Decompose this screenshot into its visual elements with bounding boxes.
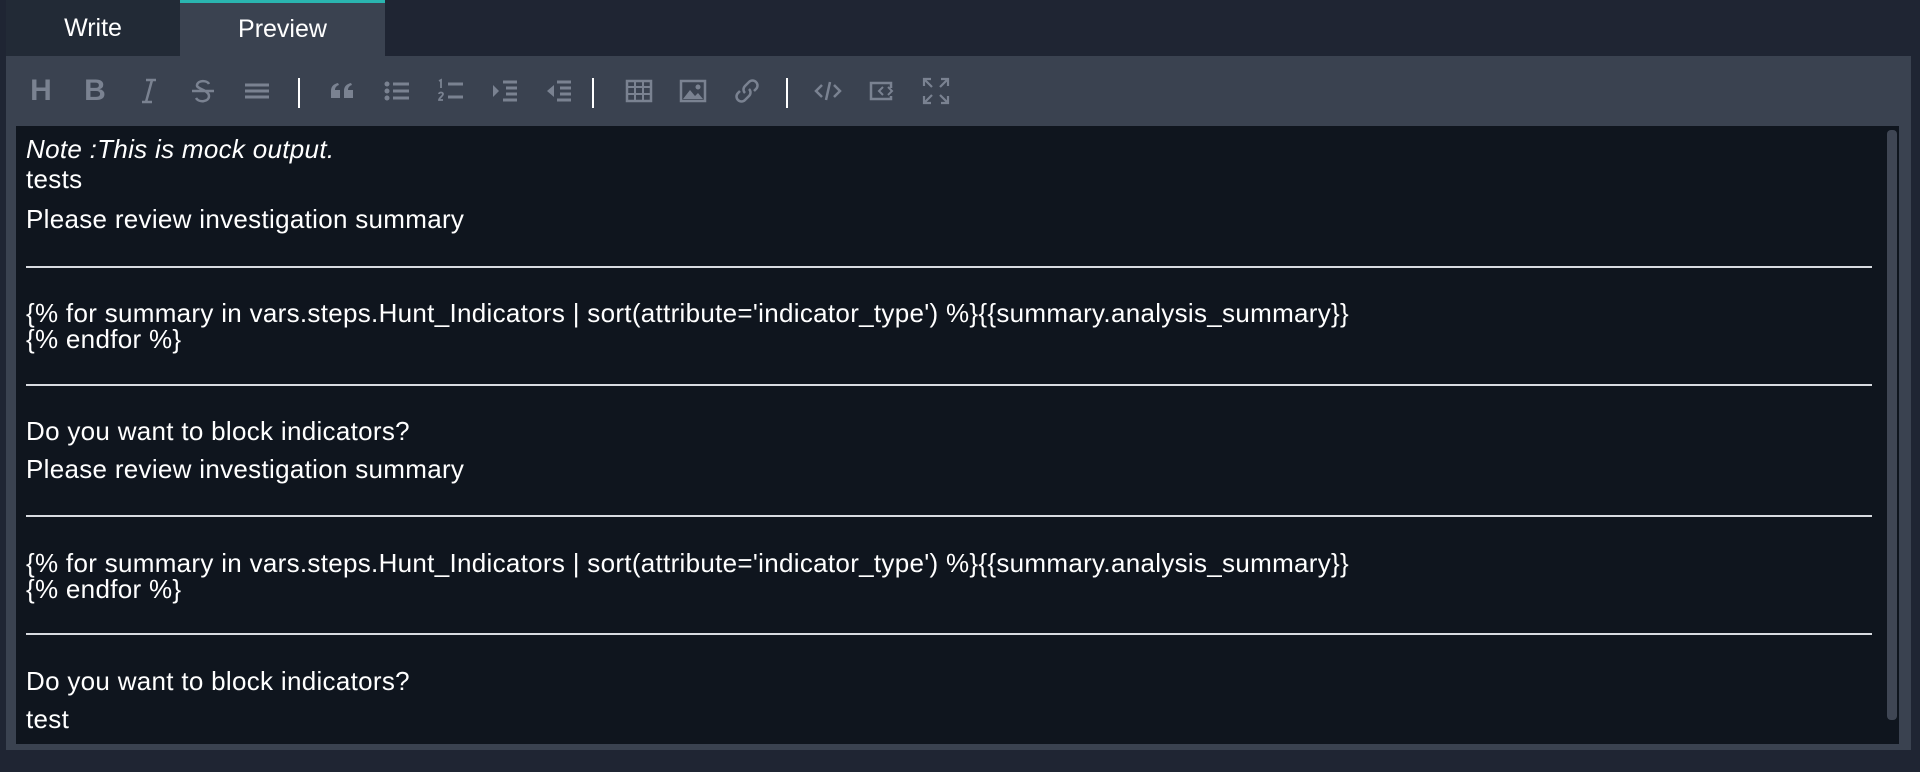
horizontal-rule — [26, 266, 1872, 268]
ordered-list-button[interactable] — [433, 73, 469, 109]
template-text: {% for summary in vars.steps.Hunt_Indica… — [26, 548, 1350, 578]
horizontal-rule — [26, 384, 1872, 386]
code-icon — [814, 81, 842, 101]
table-button[interactable] — [621, 73, 657, 109]
toolbar-separator — [786, 78, 788, 108]
code-block-icon — [869, 81, 894, 101]
strikethrough-icon — [192, 79, 214, 103]
code-block-button[interactable] — [864, 73, 900, 109]
paragraph-text: test — [26, 704, 70, 734]
link-button[interactable] — [729, 73, 765, 109]
markdown-editor: Write Preview H B Note:This is mock out… — [0, 0, 1920, 772]
quote-icon — [331, 83, 353, 98]
horizontal-rule-icon — [245, 83, 269, 99]
note-text: Note :This is mock output. — [26, 134, 335, 164]
heading-button[interactable]: H — [23, 73, 59, 109]
editor-tabs: Write Preview — [0, 0, 385, 56]
ordered-list-icon — [438, 78, 463, 101]
outdent-button[interactable] — [541, 73, 577, 109]
quote-button[interactable] — [325, 73, 361, 109]
indent-icon — [493, 80, 517, 102]
link-icon — [735, 79, 759, 103]
formatting-toolbar: H B — [6, 56, 1911, 126]
bold-button[interactable]: B — [77, 73, 113, 109]
paragraph-text: Please review investigation summary — [26, 204, 465, 234]
toolbar-separator — [298, 78, 300, 108]
outdent-icon — [547, 80, 571, 102]
tab-write[interactable]: Write — [6, 0, 180, 56]
fullscreen-icon — [922, 77, 950, 105]
strikethrough-button[interactable] — [185, 73, 221, 109]
fullscreen-button[interactable] — [918, 73, 954, 109]
horizontal-rule — [26, 633, 1872, 635]
vertical-scrollbar[interactable] — [1887, 130, 1897, 720]
horizontal-rule — [26, 515, 1872, 517]
image-icon — [679, 79, 707, 103]
indent-button[interactable] — [487, 73, 523, 109]
bold-icon: B — [84, 74, 106, 107]
preview-pane: Note :This is mock output. tests Please … — [16, 126, 1899, 744]
italic-button[interactable] — [131, 73, 167, 109]
image-button[interactable] — [675, 73, 711, 109]
italic-icon — [142, 78, 156, 104]
template-text: {% for summary in vars.steps.Hunt_Indica… — [26, 298, 1350, 328]
paragraph-text: Do you want to block indicators? — [26, 666, 410, 696]
toolbar-separator — [592, 78, 594, 108]
horizontal-rule-button[interactable] — [239, 73, 275, 109]
code-button[interactable] — [810, 73, 846, 109]
paragraph-text: Do you want to block indicators? — [26, 416, 410, 446]
heading-icon: H — [30, 74, 52, 107]
paragraph-text: tests — [26, 164, 83, 194]
unordered-list-icon — [384, 81, 409, 101]
paragraph-text: Please review investigation summary — [26, 454, 465, 484]
unordered-list-button[interactable] — [379, 73, 415, 109]
tab-preview[interactable]: Preview — [180, 0, 385, 56]
table-icon — [625, 79, 653, 103]
template-text: {% endfor %} — [26, 574, 182, 604]
editor-panel: H B Note:This is mock output. tests Ple… — [6, 56, 1911, 750]
template-text: {% endfor %} — [26, 324, 182, 354]
